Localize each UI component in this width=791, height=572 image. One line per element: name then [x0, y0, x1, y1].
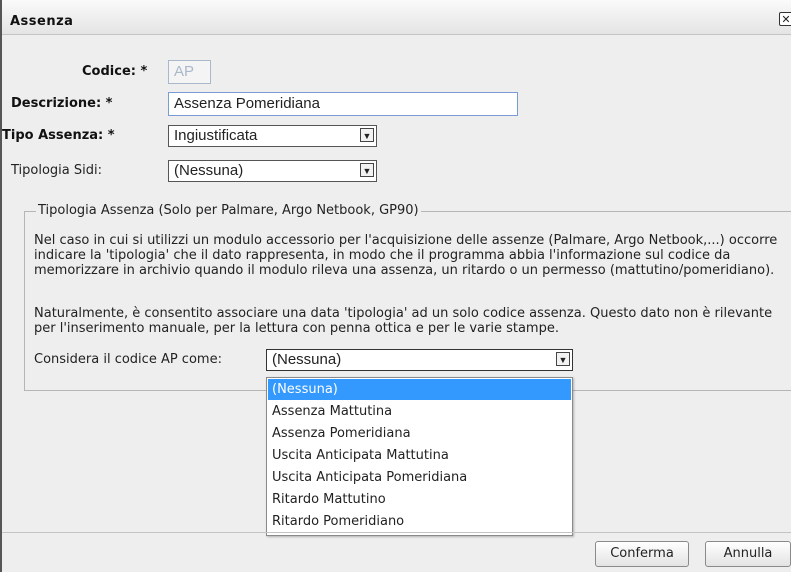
considera-dropdown-list[interactable]: (Nessuna) Assenza Mattutina Assenza Pome…: [266, 377, 573, 536]
considera-label: Considera il codice AP come:: [34, 352, 222, 367]
dropdown-option[interactable]: Ritardo Mattutino: [268, 489, 571, 510]
info-paragraph-1: Nel caso in cui si utilizzi un modulo ac…: [34, 233, 778, 278]
info-paragraph-2: Naturalmente, è consentito associare una…: [34, 306, 773, 336]
codice-field: AP: [168, 60, 211, 84]
tipo-assenza-value: Ingiustificata: [174, 127, 258, 144]
tipologia-sidi-value: (Nessuna): [174, 162, 244, 179]
dropdown-option[interactable]: Assenza Mattutina: [268, 401, 571, 422]
descrizione-label: Descrizione: *: [11, 96, 113, 111]
close-icon: ✕: [781, 13, 791, 26]
tipologia-assenza-legend: Tipologia Assenza (Solo per Palmare, Arg…: [36, 203, 421, 218]
dialog-titlebar[interactable]: Assenza ✕: [2, 0, 791, 35]
absence-dialog: Assenza ✕ Codice: * AP Descrizione: * As…: [0, 0, 791, 572]
close-button[interactable]: ✕: [779, 12, 791, 26]
dropdown-option[interactable]: Uscita Anticipata Mattutina: [268, 445, 571, 466]
tipologia-sidi-select[interactable]: (Nessuna) ▼: [168, 160, 377, 182]
dropdown-option[interactable]: (Nessuna): [268, 379, 571, 400]
footer-divider: [2, 532, 791, 533]
considera-value: (Nessuna): [272, 351, 342, 368]
chevron-down-icon: ▼: [360, 163, 374, 177]
tipo-assenza-select[interactable]: Ingiustificata ▼: [168, 125, 377, 147]
dropdown-option[interactable]: Uscita Anticipata Pomeridiana: [268, 467, 571, 488]
chevron-down-icon: ▼: [360, 128, 374, 142]
chevron-down-icon: ▼: [556, 352, 570, 366]
cancel-button[interactable]: Annulla: [705, 541, 791, 567]
tipo-assenza-label: Tipo Assenza: *: [2, 128, 115, 143]
dropdown-option[interactable]: Assenza Pomeridiana: [268, 423, 571, 444]
confirm-button[interactable]: Conferma: [595, 541, 689, 567]
dialog-title: Assenza: [10, 14, 74, 29]
considera-select[interactable]: (Nessuna) ▼: [266, 349, 573, 371]
dropdown-option[interactable]: Ritardo Pomeridiano: [268, 511, 571, 532]
descrizione-field[interactable]: Assenza Pomeridiana: [168, 92, 518, 116]
tipologia-sidi-label: Tipologia Sidi:: [11, 163, 102, 178]
codice-label: Codice: *: [82, 64, 148, 79]
